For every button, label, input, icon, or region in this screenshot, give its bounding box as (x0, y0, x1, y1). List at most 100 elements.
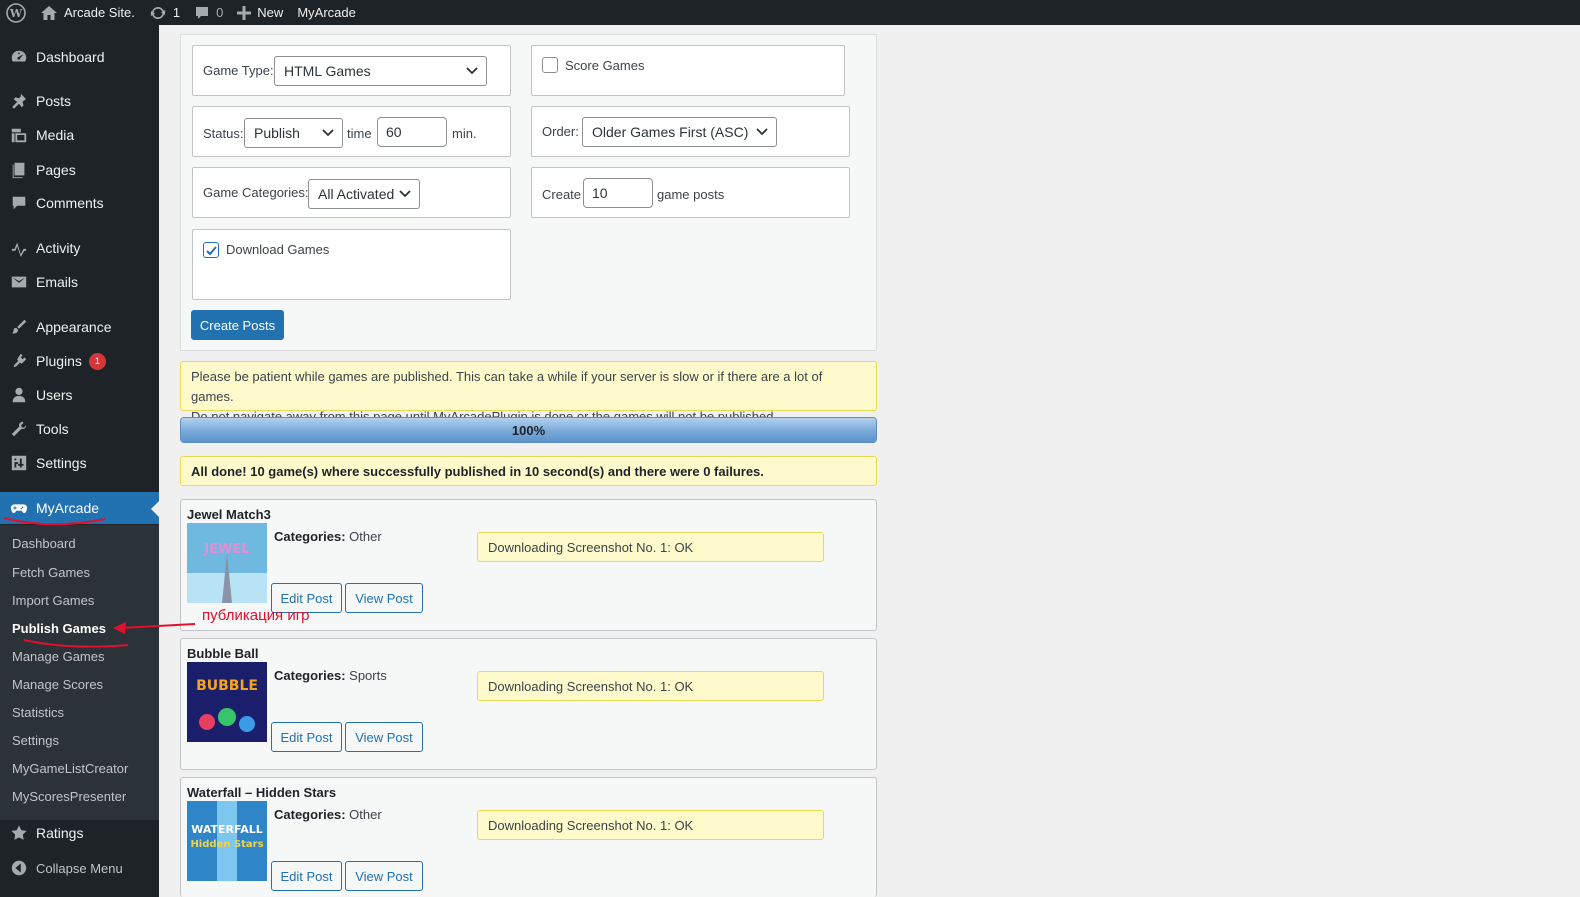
home-icon (41, 5, 57, 20)
sidebar-item-pages[interactable]: Pages (0, 154, 159, 186)
chevron-down-icon (399, 190, 411, 198)
submenu-item-dashboard[interactable]: Dashboard (12, 536, 76, 551)
sidebar-item-tools[interactable]: Tools (0, 413, 159, 445)
wordpress-icon: W (6, 2, 26, 23)
game-type-label: Game Type: (203, 63, 274, 78)
sidebar-item-label: MyArcade (36, 500, 100, 516)
submenu-item-myscorespresenter[interactable]: MyScoresPresenter (12, 789, 126, 804)
edit-post-button[interactable]: Edit Post (271, 722, 342, 752)
sidebar-item-posts[interactable]: Posts (0, 85, 159, 117)
create-count-value: 10 (592, 185, 608, 201)
thumb-bubble (239, 716, 255, 732)
sidebar-item-users[interactable]: Users (0, 379, 159, 411)
view-post-button[interactable]: View Post (345, 722, 423, 752)
sidebar-item-label: Media (36, 127, 75, 143)
game-category: Other (349, 529, 382, 544)
game-thumbnail: WATERFALL Hidden Stars (187, 801, 267, 881)
status-label: Status: (203, 126, 244, 141)
game-title: Bubble Ball (187, 646, 259, 661)
submenu-item-fetch-games[interactable]: Fetch Games (12, 565, 90, 580)
submenu-item-settings[interactable]: Settings (12, 733, 59, 748)
submenu-item-mygamelistcreator[interactable]: MyGameListCreator (12, 761, 128, 776)
sidebar-item-label: Ratings (36, 825, 84, 841)
game-categories-value: All Activated (318, 186, 395, 202)
myarcade-label: MyArcade (297, 5, 356, 20)
sidebar-item-settings[interactable]: Settings (0, 447, 159, 479)
annotation-text: публикация игр (202, 607, 310, 624)
thumb-bubble (199, 714, 215, 730)
site-name-link[interactable]: Arcade Site. (33, 0, 142, 25)
submenu-item-manage-scores[interactable]: Manage Scores (12, 677, 103, 692)
myarcade-link[interactable]: MyArcade (290, 0, 363, 25)
score-games-checkbox[interactable] (542, 57, 558, 73)
sidebar-item-dashboard[interactable]: Dashboard (0, 41, 159, 73)
time-label: time (347, 126, 372, 141)
game-type-select[interactable]: HTML Games (274, 56, 487, 86)
collapse-menu-button[interactable]: Collapse Menu (0, 852, 159, 884)
sidebar-item-media[interactable]: Media (0, 119, 159, 151)
myarcade-submenu: Dashboard Fetch Games Import Games Publi… (0, 525, 159, 820)
game-result-card: Waterfall – Hidden Stars WATERFALL Hidde… (180, 777, 877, 897)
wrench-icon (0, 420, 36, 438)
submenu-item-publish-games[interactable]: Publish Games (12, 621, 106, 636)
game-result-card: Bubble Ball BUBBLE Categories: Sports Do… (180, 638, 877, 770)
game-categories-box: Game Categories: All Activated (192, 167, 511, 218)
email-icon (0, 273, 36, 291)
status-value: Publish (254, 125, 300, 141)
game-type-value: HTML Games (284, 63, 371, 79)
order-box: Order: Older Games First (ASC) (531, 106, 850, 157)
game-status-note: Downloading Screenshot No. 1: OK (477, 810, 824, 840)
game-type-box: Game Type: HTML Games (192, 45, 511, 96)
chevron-down-icon (322, 129, 334, 137)
submenu-item-manage-games[interactable]: Manage Games (12, 649, 105, 664)
categories-label: Categories: (274, 668, 346, 683)
user-icon (0, 386, 36, 404)
sidebar-item-ratings[interactable]: Ratings (0, 817, 159, 849)
patience-notice: Please be patient while games are publis… (180, 361, 877, 424)
sidebar-item-comments[interactable]: Comments (0, 187, 159, 219)
thumb-title-art: JEWEL (203, 542, 249, 557)
sidebar-item-plugins[interactable]: Plugins 1 (0, 345, 159, 377)
game-categories: Categories: Other (274, 529, 382, 544)
game-categories-select[interactable]: All Activated (308, 179, 420, 209)
view-post-button[interactable]: View Post (345, 861, 423, 891)
submenu-item-statistics[interactable]: Statistics (12, 705, 64, 720)
new-content-link[interactable]: New (230, 0, 290, 25)
sidebar-item-label: Users (36, 387, 73, 403)
order-label: Order: (542, 124, 579, 139)
create-posts-button[interactable]: Create Posts (191, 310, 284, 340)
sidebar-item-emails[interactable]: Emails (0, 266, 159, 298)
game-categories: Categories: Other (274, 807, 382, 822)
score-games-box: Score Games (531, 45, 845, 96)
game-posts-label: game posts (657, 187, 725, 202)
updates-count: 1 (172, 5, 181, 20)
patience-notice-line1: Please be patient while games are publis… (191, 369, 823, 404)
submenu-item-import-games[interactable]: Import Games (12, 593, 94, 608)
categories-label: Categories: (274, 529, 346, 544)
sidebar-item-appearance[interactable]: Appearance (0, 311, 159, 343)
download-games-checkbox[interactable] (203, 242, 219, 258)
order-select[interactable]: Older Games First (ASC) (582, 117, 777, 147)
time-input[interactable]: 60 (377, 117, 447, 147)
game-categories: Categories: Sports (274, 668, 387, 683)
svg-text:W: W (9, 7, 23, 20)
create-count-input[interactable]: 10 (583, 178, 653, 208)
wordpress-logo[interactable]: W (0, 0, 33, 25)
sidebar-item-label: Activity (36, 240, 81, 256)
comments-count: 0 (216, 5, 224, 20)
thumb-bubble (218, 708, 236, 726)
view-post-button[interactable]: View Post (345, 583, 423, 613)
edit-post-button[interactable]: Edit Post (271, 861, 342, 891)
sidebar-item-myarcade[interactable]: MyArcade (0, 492, 159, 524)
updates-link[interactable]: 1 (142, 0, 187, 25)
progress-percent: 100% (511, 422, 546, 438)
activity-icon (0, 239, 36, 257)
sidebar-item-activity[interactable]: Activity (0, 232, 159, 264)
sidebar-item-label: Dashboard (36, 49, 105, 65)
status-select[interactable]: Publish (244, 118, 343, 148)
collapse-menu-label: Collapse Menu (36, 860, 123, 876)
game-title: Jewel Match3 (187, 507, 271, 522)
comments-link[interactable]: 0 (187, 0, 230, 25)
game-thumbnail: BUBBLE (187, 662, 267, 742)
sidebar-item-label: Appearance (36, 319, 112, 335)
